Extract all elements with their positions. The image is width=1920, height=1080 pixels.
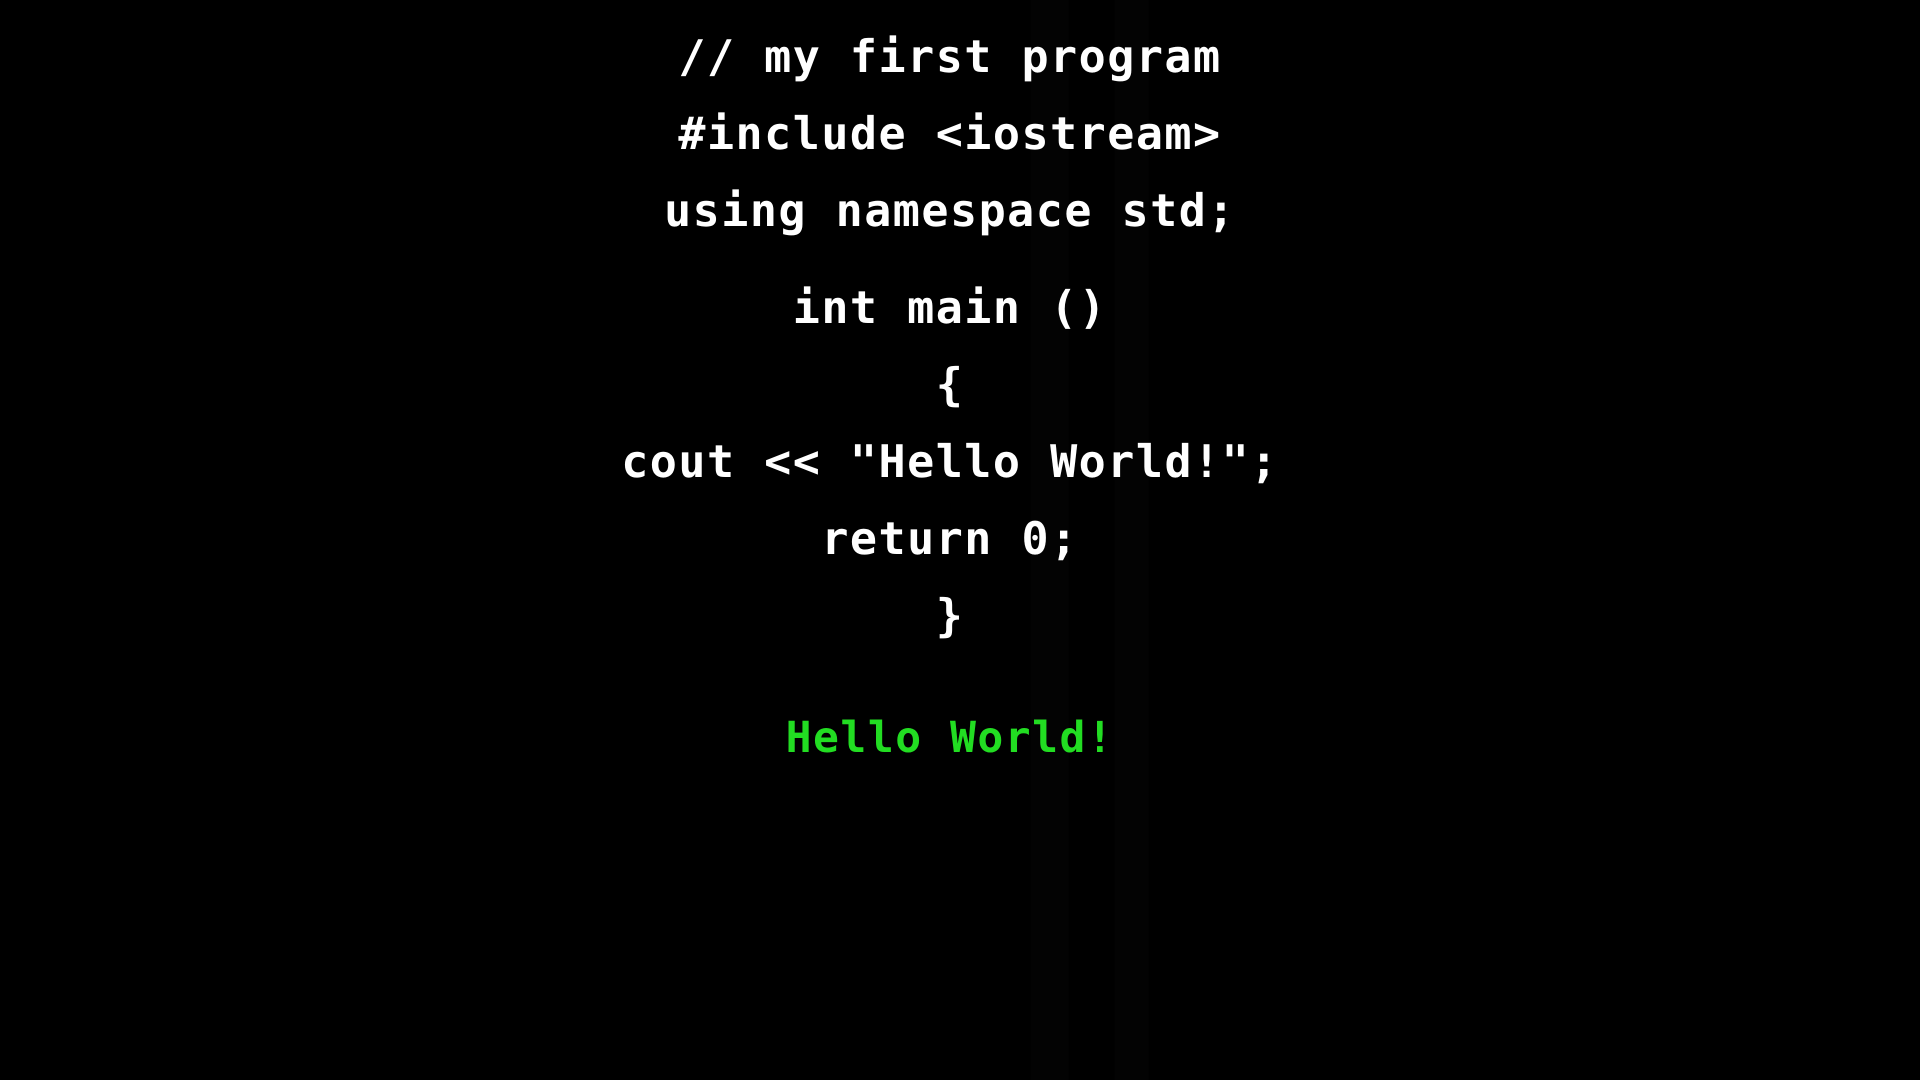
code-line-main-signature: int main () — [792, 281, 1108, 334]
program-output-hello-world: Hello World! — [785, 713, 1115, 763]
code-line-close-brace: } — [935, 589, 965, 642]
code-line-return-statement: return 0; — [821, 512, 1079, 565]
code-line-open-brace: { — [935, 358, 965, 411]
code-line-comment: // my first program — [678, 30, 1222, 83]
terminal-screen: // my first program #include <iostream> … — [0, 0, 1920, 1080]
code-line-using-namespace: using namespace std; — [664, 184, 1236, 237]
code-line-include: #include <iostream> — [678, 107, 1222, 160]
program-output-block: Hello World! — [0, 708, 1900, 768]
code-line-cout-statement: cout << "Hello World!"; — [621, 435, 1279, 488]
source-code-block: // my first program #include <iostream> … — [0, 0, 1900, 654]
